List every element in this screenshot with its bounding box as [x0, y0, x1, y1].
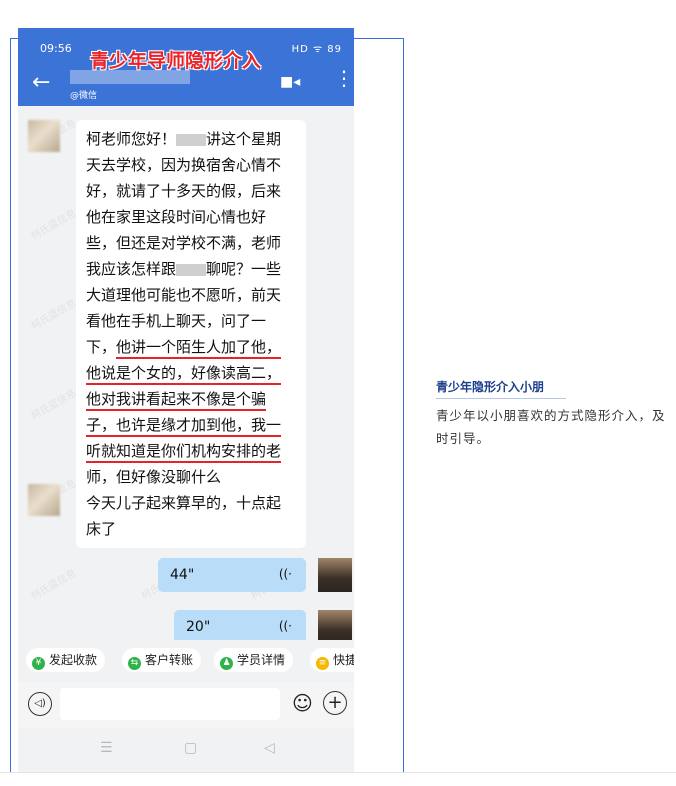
- quick-action-transfer[interactable]: ⇆ 客户转账: [122, 648, 202, 672]
- home-icon[interactable]: ▢: [184, 740, 197, 756]
- message-line: 今天儿子起来算早的，十点起: [86, 490, 296, 516]
- message-bubble: 柯老师您好！ 讲这个星期天去学校，因为换宿舍心情不 好，就请了十多天的假，后来 他在家…: [76, 120, 306, 496]
- chat-area[interactable]: 柯氏蓝信息柯氏蓝信息柯氏蓝信息柯氏蓝信息柯氏蓝信息柯氏蓝信息柯氏蓝信息柯氏蓝信息…: [18, 106, 354, 640]
- message-text: 好，就请了十多天的假，后来: [86, 182, 282, 200]
- message-text: 床了: [86, 520, 117, 538]
- message-line: 他在家里这段时间心情也好: [86, 204, 296, 230]
- message-line: 子，也许是缘才加到他，我一: [86, 412, 296, 438]
- message-line: 听就知道是你们机构安排的老: [86, 438, 296, 464]
- message-line: 大道理他可能也不愿听，前天: [86, 282, 296, 308]
- quick-action-shortcut[interactable]: ≡ 快捷: [310, 648, 354, 672]
- message-line: 下，他讲一个陌生人加了他，: [86, 334, 296, 360]
- voice-input-icon[interactable]: ◁): [28, 692, 52, 716]
- contact-source: @微信: [70, 91, 98, 101]
- transfer-icon: ⇆: [128, 657, 141, 670]
- quick-action-label: 客户转账: [145, 653, 194, 667]
- message-text: 聊呢？一些: [206, 260, 282, 278]
- voice-wave-icon: ((·: [278, 619, 292, 633]
- message-text: 子，也许是缘才加到他，我一: [86, 416, 282, 437]
- quick-action-collect[interactable]: ¥ 发起收款: [26, 648, 106, 672]
- watermark-text: 柯氏蓝信息: [29, 387, 79, 423]
- user-icon: ♟: [220, 657, 233, 670]
- video-call-icon[interactable]: ■◂: [280, 74, 300, 90]
- message-bubble: 今天儿子起来算早的，十点起 床了: [76, 484, 306, 548]
- message-line: 他说是个女的，好像读高二，: [86, 360, 296, 386]
- message-line: 柯老师您好！ 讲这个星期: [86, 126, 296, 152]
- voice-message[interactable]: 20" ((·: [174, 610, 306, 640]
- voice-duration: 44": [170, 567, 195, 583]
- message-text: 柯老师您好！: [86, 130, 177, 148]
- caption-text: 青少年以小朋喜欢的方式隐形介入，及时引导。: [436, 408, 666, 446]
- overlay-title: 青少年导师隐形介入: [90, 50, 262, 72]
- message-text: 我应该怎样跟: [86, 260, 177, 278]
- menu-icon[interactable]: ☰: [100, 740, 113, 756]
- user-avatar[interactable]: [318, 610, 352, 640]
- divider: [0, 772, 676, 773]
- message-line: 看他在手机上聊天，问了一: [86, 308, 296, 334]
- user-avatar[interactable]: [318, 558, 352, 592]
- message-text: 大道理他可能也不愿听，前天: [86, 286, 282, 304]
- input-bar: ◁) ☺ +: [18, 682, 354, 728]
- voice-duration: 20": [186, 619, 211, 635]
- message-text: 他在家里这段时间心情也好: [86, 208, 267, 226]
- message-line: 床了: [86, 516, 296, 542]
- message-line: 我应该怎样跟 聊呢？一些: [86, 256, 296, 282]
- watermark-text: 柯氏蓝信息: [29, 567, 79, 603]
- back-arrow-icon[interactable]: ←: [32, 70, 50, 95]
- quick-action-label: 发起收款: [49, 653, 98, 667]
- redacted-name: [176, 133, 207, 146]
- message-text: 些，但还是对学校不满，老师: [86, 234, 282, 252]
- message-input[interactable]: [60, 688, 280, 720]
- message-text: 讲这个星期: [206, 130, 282, 148]
- system-nav-bar: ☰ ▢ ◁: [18, 728, 354, 772]
- more-menu-icon[interactable]: ⋮: [334, 68, 354, 88]
- shortcut-icon: ≡: [316, 657, 329, 670]
- status-time: 09:56: [40, 42, 72, 55]
- contact-avatar[interactable]: [28, 484, 60, 516]
- message-text: 他说是个女的，好像读高二，: [86, 364, 282, 385]
- message-line: 天去学校，因为换宿舍心情不: [86, 152, 296, 178]
- caption-divider: [436, 398, 566, 399]
- quick-action-label: 学员详情: [237, 653, 286, 667]
- quick-action-student[interactable]: ♟ 学员详情: [214, 648, 294, 672]
- message-line: 他对我讲看起来不像是个骗: [86, 386, 296, 412]
- quick-action-label: 快捷: [333, 653, 354, 667]
- message-text: 他讲一个陌生人加了他，: [116, 338, 282, 359]
- message-text: 看他在手机上聊天，问了一: [86, 312, 267, 330]
- voice-message[interactable]: 44" ((·: [158, 558, 306, 592]
- message-line: 好，就请了十多天的假，后来: [86, 178, 296, 204]
- message-text: 天去学校，因为换宿舍心情不: [86, 156, 282, 174]
- message-text: 下，: [86, 338, 117, 356]
- status-icons: HD ᯤ 89: [291, 44, 342, 55]
- watermark-text: 柯氏蓝信息: [29, 297, 79, 333]
- voice-wave-icon: ((·: [278, 567, 292, 581]
- yuan-icon: ¥: [32, 657, 45, 670]
- message-text: 今天儿子起来算早的，十点起: [86, 494, 282, 512]
- phone-screenshot: 09:56 HD ᯤ 89 ← @微信 ■◂ ⋮ 青少年导师隐形介入 柯氏蓝信息…: [18, 28, 354, 772]
- plus-icon[interactable]: +: [323, 691, 347, 715]
- quick-actions-bar: ¥ 发起收款 ⇆ 客户转账 ♟ 学员详情 ≡ 快捷: [18, 640, 354, 682]
- back-icon[interactable]: ◁: [264, 740, 275, 756]
- watermark-text: 柯氏蓝信息: [29, 207, 79, 243]
- message-text: 他对我讲看起来不像是个骗: [86, 390, 267, 411]
- message-text: 听就知道是你们机构安排的老: [86, 442, 282, 463]
- message-line: 些，但还是对学校不满，老师: [86, 230, 296, 256]
- emoji-icon[interactable]: ☺: [292, 691, 313, 715]
- caption-title: 青少年隐形介入小朋: [436, 380, 545, 394]
- contact-avatar[interactable]: [28, 120, 60, 152]
- redacted-name: [176, 263, 207, 276]
